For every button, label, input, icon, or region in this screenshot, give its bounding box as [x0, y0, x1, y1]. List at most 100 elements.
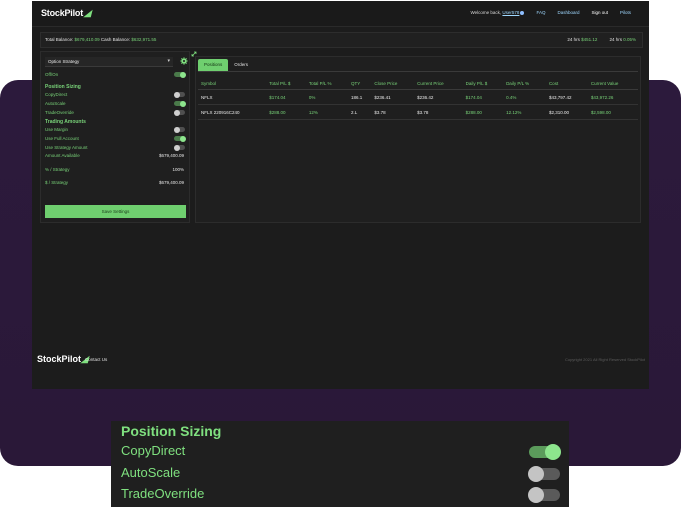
usd-strategy-value: $679,400.09	[158, 180, 184, 185]
cell-current-value: $43,972.26	[587, 89, 638, 105]
zoom-autoscale-label: AutoScale	[121, 465, 181, 480]
pct-strategy-value: 100%	[172, 167, 184, 172]
col-current-value[interactable]: Current Value	[587, 77, 638, 90]
tab-bar: Positions Orders	[198, 59, 254, 71]
cell-current-value: $2,598.00	[587, 104, 638, 120]
zoom-tradeoverride-toggle[interactable]	[528, 487, 560, 503]
footer-logo[interactable]: StockPilot◢	[37, 354, 88, 365]
h24-value-2: 0.05%	[623, 37, 636, 42]
pct-strategy-row: % / Strategy 100%	[45, 167, 186, 172]
use-full-account-toggle[interactable]	[174, 135, 186, 142]
cell-total-pl-usd: $288.00	[266, 104, 306, 120]
zoom-autoscale-toggle[interactable]	[528, 466, 560, 482]
onoff-label: Off/On	[45, 72, 59, 77]
brand-logo[interactable]: StockPilot◢	[41, 8, 91, 19]
gear-icon[interactable]	[180, 57, 188, 65]
cash-balance-value: $632,971.55	[131, 37, 157, 42]
footer-brand-name: StockPilot	[37, 354, 82, 364]
balance-bar: Total Balance: $679,410.09 Cash Balance:…	[40, 32, 643, 48]
cash-balance-label: Cash Balance:	[100, 37, 131, 42]
usd-strategy-label: $ / Strategy	[45, 180, 69, 185]
onoff-toggle[interactable]	[174, 71, 186, 78]
cell-total-pl-usd: $174.04	[266, 89, 306, 105]
positions-table: Symbol Total P/L $ Total P/L % QTY Close…	[198, 77, 638, 120]
autoscale-row: AutoScale	[45, 100, 186, 107]
cell-daily-pl-usd: $174.04	[462, 89, 504, 105]
copydirect-label: CopyDirect	[45, 92, 68, 97]
amount-available-value: $679,400.09	[158, 153, 184, 158]
chevron-down-icon: ▾	[167, 58, 170, 64]
positions-panel: Positions Orders Symbol Total P/L $ Tota…	[195, 56, 641, 223]
col-cost[interactable]: Cost	[545, 77, 588, 90]
user-status-icon	[520, 10, 525, 15]
pct-strategy-label: % / Strategy	[45, 167, 70, 172]
cell-total-pl-pct: 0%	[305, 89, 348, 105]
tradeoverride-row: TradeOverride	[45, 109, 186, 116]
cell-qty: 186.1	[347, 89, 372, 105]
cell-daily-pl-pct: 12.12%	[503, 104, 546, 120]
strategy-select[interactable]: Option Strategy ▾	[45, 57, 173, 67]
col-symbol[interactable]: Symbol	[198, 77, 267, 90]
copydirect-row: CopyDirect	[45, 91, 186, 98]
use-strategy-amount-label: Use Strategy Amount	[45, 145, 88, 150]
zoom-tradeoverride-label: TradeOverride	[121, 486, 205, 501]
use-strategy-amount-toggle[interactable]	[173, 144, 185, 151]
dashboard-link[interactable]: Dashboard	[557, 10, 579, 15]
autoscale-label: AutoScale	[45, 101, 66, 106]
zoom-copydirect-label: CopyDirect	[121, 443, 186, 458]
onoff-row: Off/On	[45, 71, 186, 78]
total-balance-label: Total Balance:	[45, 37, 74, 42]
col-current-price[interactable]: Current Price	[414, 77, 463, 90]
faq-link[interactable]: FAQ	[536, 10, 545, 15]
position-sizing-header: Position Sizing	[45, 84, 81, 90]
amount-available-row: Amount Available $679,400.09	[45, 153, 186, 158]
welcome-text: Welcome back,	[470, 10, 502, 15]
logo-mark-icon: ◢	[84, 8, 91, 18]
strategy-settings-panel: Option Strategy ▾ Off/On Position Sizing…	[40, 51, 190, 223]
username-link[interactable]: User578	[502, 10, 519, 15]
table-row[interactable]: NFLX 220916C240 $288.00 12% 2.L $3.78 $3…	[198, 104, 638, 120]
col-qty[interactable]: QTY	[347, 77, 372, 90]
save-settings-button[interactable]: Save Settings	[45, 205, 186, 218]
trading-amounts-header: Trading Amounts	[45, 119, 86, 125]
pilots-link[interactable]: Pilots	[620, 10, 631, 15]
tab-orders[interactable]: Orders	[228, 59, 254, 71]
autoscale-toggle[interactable]	[174, 100, 186, 107]
app-window: StockPilot◢ Welcome back, User578 FAQ Da…	[32, 1, 649, 389]
copydirect-toggle[interactable]	[173, 91, 185, 98]
zoom-header: Position Sizing	[121, 423, 222, 439]
amount-available-label: Amount Available	[45, 153, 80, 158]
signout-link[interactable]: Sign out	[591, 10, 608, 15]
cell-daily-pl-usd: $288.00	[462, 104, 504, 120]
table-row[interactable]: NFLX $174.04 0% 186.1 $236.41 $236.42 $1…	[198, 89, 638, 105]
cell-current-price: $3.78	[414, 104, 463, 120]
col-total-pl-usd[interactable]: Total P/L $	[266, 77, 306, 90]
cell-total-pl-pct: 12%	[305, 104, 348, 120]
cell-daily-pl-pct: 0.4%	[503, 89, 546, 105]
col-close-price[interactable]: Close Price	[371, 77, 415, 90]
cell-qty: 2.L	[347, 104, 372, 120]
tab-positions[interactable]: Positions	[198, 59, 229, 71]
zoom-copydirect-toggle[interactable]	[529, 444, 561, 460]
nav-right: Welcome back, User578 FAQ Dashboard Sign…	[470, 10, 631, 15]
col-total-pl-pct[interactable]: Total P/L %	[305, 77, 348, 90]
contact-us-link[interactable]: Contact Us	[85, 357, 107, 362]
cell-cost: $43,797.42	[545, 89, 588, 105]
cell-symbol: NFLX	[198, 89, 267, 105]
use-strategy-amount-row: Use Strategy Amount	[45, 144, 186, 151]
usd-strategy-row: $ / Strategy $679,400.09	[45, 180, 186, 185]
col-daily-pl-pct[interactable]: Daily P/L %	[503, 77, 546, 90]
use-margin-toggle[interactable]	[173, 126, 185, 133]
use-margin-row: Use Margin	[45, 126, 186, 133]
position-sizing-zoom: Position Sizing CopyDirect AutoScale Tra…	[111, 421, 569, 507]
table-header-row: Symbol Total P/L $ Total P/L % QTY Close…	[198, 77, 638, 90]
tab-divider	[198, 71, 638, 72]
brand-name: StockPilot	[41, 8, 84, 18]
strategy-select-value: Option Strategy	[48, 59, 80, 64]
h24-label-2: 24 hrs	[609, 37, 622, 42]
use-full-account-label: Use Full Account	[45, 136, 79, 141]
col-daily-pl-usd[interactable]: Daily P/L $	[462, 77, 504, 90]
use-full-account-row: Use Full Account	[45, 135, 186, 142]
tradeoverride-toggle[interactable]	[173, 109, 185, 116]
cell-close-price: $3.78	[371, 104, 415, 120]
